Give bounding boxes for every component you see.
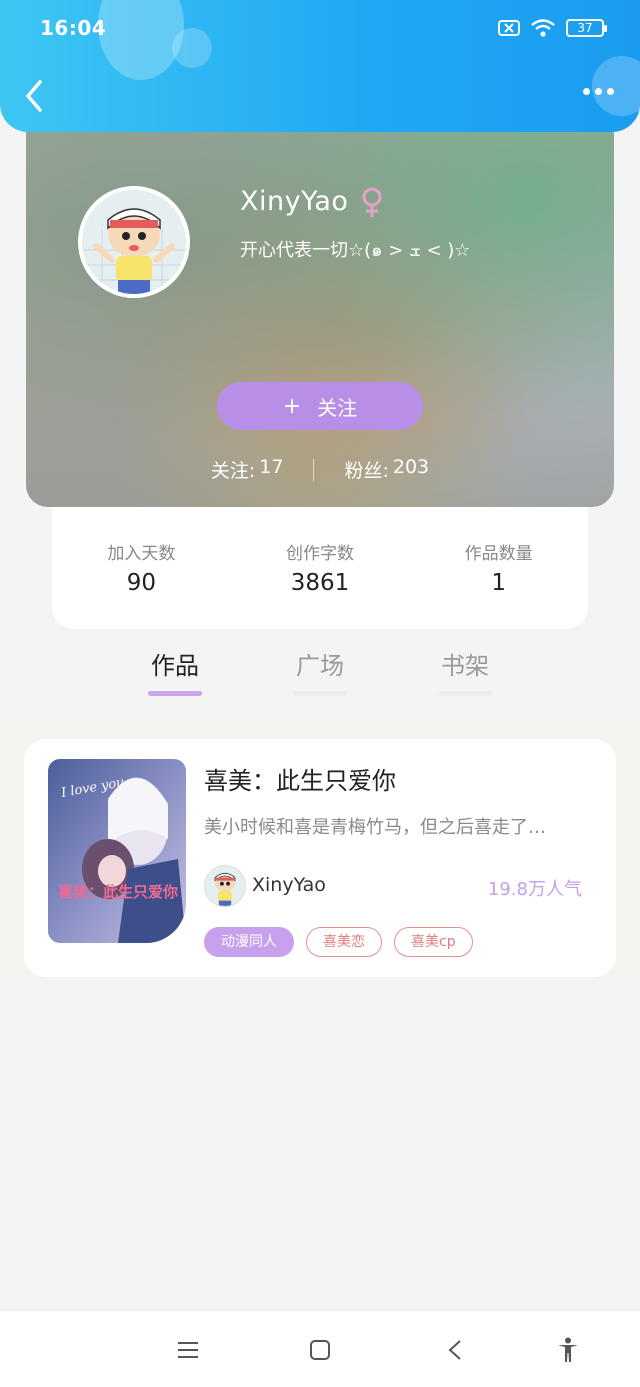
tab-indicator [148, 691, 202, 696]
tag-chip[interactable]: 喜美恋 [306, 927, 382, 957]
following-count[interactable]: 关注: 17 [211, 456, 284, 483]
tab-indicator [293, 691, 347, 696]
user-bio: 开心代表一切☆(๑ > ܫ < )☆ [240, 240, 471, 261]
stat-join-days: 加入天数 90 [53, 539, 230, 596]
profile-card: XinyYao 开心代表一切☆(๑ > ܫ < )☆ + 关注 关注: 17 粉… [26, 100, 614, 507]
menu-icon [178, 1342, 198, 1358]
tag-chip[interactable]: 动漫同人 [204, 927, 294, 957]
status-time: 16:04 [40, 16, 107, 40]
cartoon-avatar-image [205, 866, 245, 906]
fans-label: 粉丝: [344, 460, 389, 482]
status-icons: 37 [498, 18, 607, 38]
tab-indicator [438, 691, 492, 696]
more-dots-icon [607, 88, 614, 95]
book-cover-image: I love you 喜美：此生只爱你 [48, 759, 186, 943]
following-value: 17 [259, 456, 284, 478]
sim-off-icon [498, 20, 520, 36]
stats-card: 加入天数 90 创作字数 3861 作品数量 1 [52, 507, 588, 629]
more-dots-icon [583, 88, 590, 95]
author-name[interactable]: XinyYao [252, 874, 326, 896]
chevron-left-icon [26, 80, 42, 112]
system-nav-bar [0, 1310, 640, 1387]
back-triangle-icon [448, 1340, 461, 1360]
stat-label: 加入天数 [107, 544, 176, 564]
decor-bubble [172, 28, 212, 68]
battery-icon: 37 [566, 19, 607, 37]
accessibility-button[interactable] [553, 1335, 583, 1365]
avatar[interactable] [78, 186, 190, 298]
more-button[interactable] [583, 88, 614, 95]
tab-works[interactable]: 作品 [135, 646, 215, 696]
book-card[interactable]: I love you 喜美：此生只爱你 喜美：此生只爱你 美小时候和喜是青梅竹马… [24, 739, 616, 977]
following-label: 关注: [210, 460, 256, 482]
stat-word-count: 创作字数 3861 [232, 539, 409, 596]
system-back-button[interactable] [440, 1335, 470, 1365]
stat-works-count: 作品数量 1 [410, 539, 587, 596]
tab-bookshelf[interactable]: 书架 [425, 646, 505, 696]
cartoon-avatar-image [82, 190, 186, 294]
author-avatar[interactable] [204, 865, 246, 907]
follow-label: 关注 [317, 395, 358, 420]
accessibility-icon [558, 1337, 578, 1362]
tab-label: 广场 [296, 652, 344, 680]
stat-value: 3861 [290, 570, 350, 596]
follow-button[interactable]: + 关注 [217, 382, 423, 430]
book-cover[interactable]: I love you 喜美：此生只爱你 [48, 759, 186, 943]
user-name: XinyYao [240, 186, 349, 217]
more-dots-icon [595, 88, 602, 95]
female-icon [359, 186, 385, 222]
stat-label: 创作字数 [285, 544, 354, 564]
author-row: XinyYao 19.8万人气 [204, 865, 596, 907]
decor-bubble [592, 56, 640, 116]
plus-icon: + [282, 393, 302, 419]
divider [313, 458, 315, 481]
home-button[interactable] [305, 1335, 335, 1365]
cover-title-text: 喜美：此生只爱你 [58, 883, 178, 901]
book-title[interactable]: 喜美：此生只爱你 [204, 761, 396, 796]
back-button[interactable] [20, 78, 50, 114]
popularity-count: 19.8万人气 [487, 879, 582, 900]
profile-tabs: 作品 广场 书架 [0, 646, 640, 710]
tab-square[interactable]: 广场 [280, 646, 360, 696]
home-square-icon [310, 1340, 330, 1360]
app-header: 16:04 37 [0, 0, 640, 132]
follow-counts: 关注: 17 粉丝: 203 [26, 456, 614, 483]
tab-label: 作品 [151, 652, 199, 680]
fans-value: 203 [392, 456, 430, 478]
stat-label: 作品数量 [464, 544, 533, 564]
wifi-icon [531, 19, 555, 37]
book-description: 美小时候和喜是青梅竹马，但之后喜走了… [204, 817, 546, 838]
stat-value: 90 [126, 570, 156, 596]
tag-list: 动漫同人 喜美恋 喜美cp [204, 927, 473, 957]
stat-value: 1 [491, 570, 506, 596]
menu-button[interactable] [173, 1335, 203, 1365]
tab-label: 书架 [441, 652, 489, 680]
decor-bubble [98, 0, 184, 80]
fans-count[interactable]: 粉丝: 203 [344, 456, 429, 483]
tag-chip[interactable]: 喜美cp [394, 927, 473, 957]
